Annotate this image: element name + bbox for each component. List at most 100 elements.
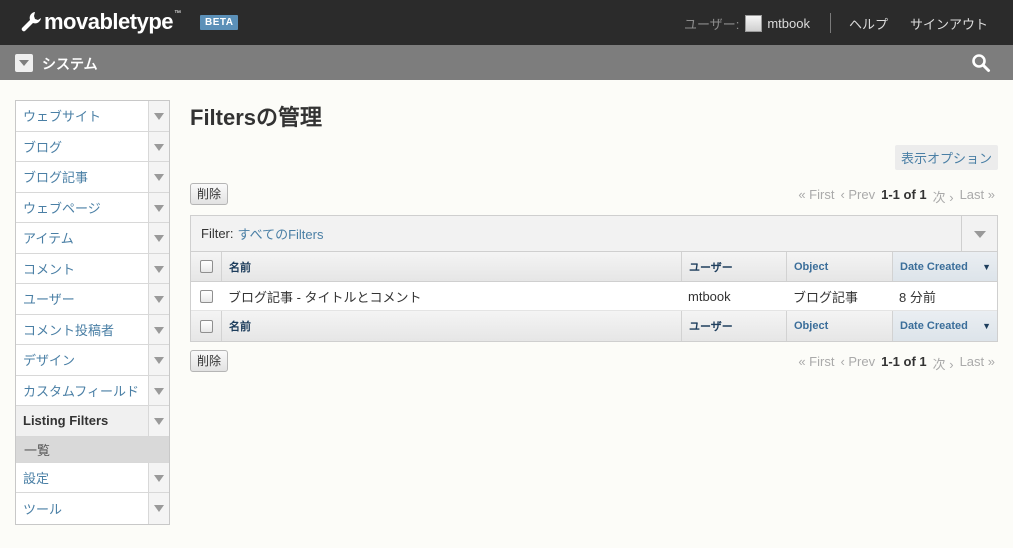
wrench-icon: [21, 12, 41, 32]
sidebar-item-label: アイテム: [23, 231, 74, 247]
chevron-down-icon[interactable]: [148, 462, 169, 492]
movabletype-logo[interactable]: movabletype ™: [20, 8, 181, 36]
select-all-cell: [191, 311, 221, 341]
chevron-down-icon[interactable]: [148, 375, 169, 405]
sidebar-item-design[interactable]: デザイン: [16, 345, 169, 376]
page-range: 1-1 of 1: [881, 187, 927, 202]
filter-bar: Filter: すべてのFilters: [191, 216, 997, 252]
row-checkbox[interactable]: [199, 289, 213, 303]
row-name[interactable]: ブログ記事 - タイトルとコメント: [221, 282, 681, 310]
column-header-user[interactable]: ユーザー: [681, 311, 786, 341]
sidebar-item-commenters[interactable]: コメント投稿者: [16, 314, 169, 345]
next-page-link[interactable]: 次 ›: [933, 187, 954, 206]
column-header-label: Date Created: [900, 260, 968, 273]
column-header-object[interactable]: Object: [786, 252, 892, 281]
help-link[interactable]: ヘルプ: [849, 14, 888, 33]
chevron-down-icon[interactable]: [148, 284, 169, 314]
select-all-checkbox[interactable]: [199, 260, 213, 273]
column-header-name[interactable]: 名前: [221, 252, 681, 281]
chevron-down-icon[interactable]: [148, 406, 169, 436]
row-object: ブログ記事: [793, 289, 859, 305]
table-header: 名前 ユーザー Object Date Created ▼: [191, 252, 997, 282]
signout-link[interactable]: サインアウト: [910, 14, 988, 33]
beta-badge: BETA: [200, 15, 239, 30]
search-icon[interactable]: [971, 53, 991, 73]
chevron-down-icon[interactable]: [961, 216, 997, 251]
sidebar-item-label: ウェブサイト: [23, 109, 102, 125]
row-date-created: 8 分前: [899, 289, 936, 305]
column-header-date-created[interactable]: Date Created ▼: [892, 252, 997, 281]
scope-dropdown-icon[interactable]: [15, 54, 33, 72]
row-checkbox-cell: [191, 282, 221, 310]
user-menu: ユーザー: mtbook ヘルプ サインアウト: [684, 13, 988, 33]
column-header-name[interactable]: 名前: [221, 311, 681, 341]
chevron-down-icon[interactable]: [148, 131, 169, 161]
chevron-down-icon[interactable]: [148, 223, 169, 253]
chevron-down-icon[interactable]: [148, 101, 169, 131]
divider: [829, 13, 831, 33]
sidebar-item-listing-filters[interactable]: Listing Filters: [16, 406, 169, 437]
pagination-bottom: « First ‹ Prev 1-1 of 1 次 › Last »: [798, 354, 995, 373]
display-options-button[interactable]: 表示オプション: [894, 145, 998, 170]
sidebar-item-label: 設定: [23, 470, 50, 486]
prev-page-link[interactable]: ‹ Prev: [840, 354, 875, 373]
sidebar-item-label: ブログ: [23, 139, 63, 155]
chevron-down-icon[interactable]: [148, 162, 169, 192]
chevron-down-icon[interactable]: [148, 192, 169, 222]
sidebar-item-label: ウェブページ: [23, 200, 101, 216]
column-header-date-created[interactable]: Date Created ▼: [892, 311, 997, 341]
table-footer: 名前 ユーザー Object Date Created ▼: [191, 311, 997, 341]
first-page-link[interactable]: « First: [798, 187, 834, 206]
sidebar-item-pages[interactable]: ウェブページ: [16, 192, 169, 223]
sidebar-subitem-label: 一覧: [24, 442, 51, 458]
top-navigation-bar: movabletype ™ BETA ユーザー: mtbook ヘルプ サインア…: [0, 0, 1013, 45]
filter-label: Filter:: [201, 226, 234, 241]
sort-descending-icon: ▼: [982, 321, 991, 331]
chevron-down-icon[interactable]: [148, 253, 169, 283]
sidebar-item-settings[interactable]: 設定: [16, 462, 169, 493]
sidebar-item-label: デザイン: [23, 353, 76, 369]
sidebar-item-label: ユーザー: [23, 292, 75, 308]
sidebar-item-label: コメント: [23, 261, 76, 277]
chevron-down-icon[interactable]: [148, 314, 169, 344]
user-label: ユーザー:: [683, 16, 740, 32]
next-page-link[interactable]: 次 ›: [933, 354, 954, 373]
sidebar-item-label: カスタムフィールド: [23, 383, 139, 399]
sidebar-item-comments[interactable]: コメント: [16, 253, 169, 284]
last-page-link[interactable]: Last »: [960, 187, 995, 206]
prev-page-link[interactable]: ‹ Prev: [840, 187, 875, 206]
logo-trademark: ™: [174, 9, 181, 17]
delete-button-bottom[interactable]: 削除: [190, 350, 229, 372]
filter-select[interactable]: すべてのFilters: [238, 224, 324, 243]
sidebar-item-entries[interactable]: ブログ記事: [16, 162, 169, 193]
sidebar-item-label: Listing Filters: [23, 413, 109, 429]
delete-button-top[interactable]: 削除: [190, 183, 229, 205]
avatar[interactable]: [745, 14, 763, 32]
row-user: mtbook: [688, 288, 731, 304]
sidebar-item-custom-fields[interactable]: カスタムフィールド: [16, 375, 169, 406]
chevron-down-icon[interactable]: [148, 493, 169, 524]
page-title: Filtersの管理: [190, 105, 323, 130]
sidebar-item-label: ツール: [23, 501, 63, 517]
sidebar-menu: ウェブサイト ブログ ブログ記事 ウェブページ アイテム コメント ユーザー コ…: [15, 100, 170, 525]
sidebar-item-label: コメント投稿者: [23, 322, 115, 338]
column-header-label: Date Created: [900, 320, 968, 332]
last-page-link[interactable]: Last »: [960, 354, 995, 373]
pagination-top: « First ‹ Prev 1-1 of 1 次 › Last »: [798, 187, 995, 206]
sidebar-subitem-list[interactable]: 一覧: [16, 436, 169, 463]
sidebar-item-blogs[interactable]: ブログ: [16, 131, 169, 162]
select-all-checkbox[interactable]: [199, 319, 213, 333]
select-all-cell: [191, 252, 221, 281]
sidebar-item-assets[interactable]: アイテム: [16, 223, 169, 254]
table-row: ブログ記事 - タイトルとコメント mtbook ブログ記事 8 分前: [191, 282, 997, 311]
sidebar-item-users[interactable]: ユーザー: [16, 284, 169, 315]
column-header-user[interactable]: ユーザー: [681, 252, 786, 281]
sidebar-item-tools[interactable]: ツール: [16, 493, 169, 524]
column-header-object[interactable]: Object: [786, 311, 892, 341]
username-link[interactable]: mtbook: [767, 16, 810, 31]
scope-title: システム: [42, 56, 98, 72]
sidebar-item-websites[interactable]: ウェブサイト: [16, 101, 169, 132]
chevron-down-icon[interactable]: [148, 345, 169, 375]
first-page-link[interactable]: « First: [798, 354, 834, 373]
logo-text: movabletype: [44, 9, 174, 34]
